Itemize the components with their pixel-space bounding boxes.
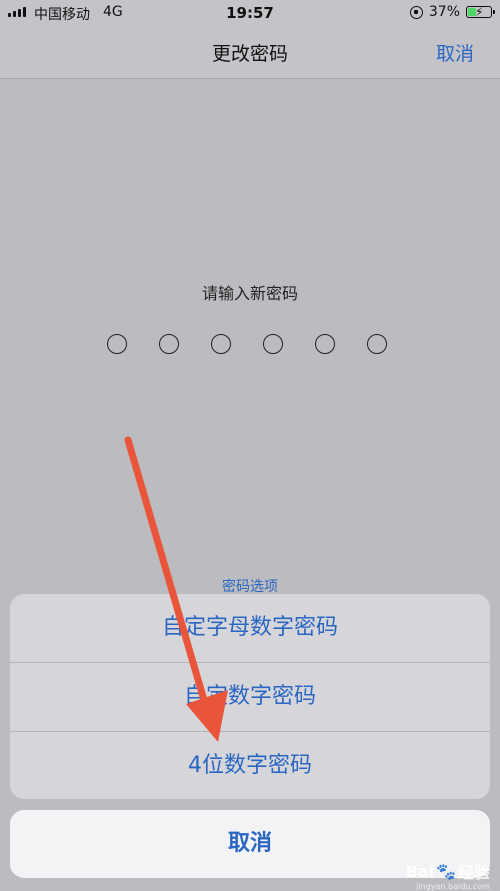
battery-percent: 37% — [428, 4, 460, 20]
page-title: 更改密码 — [211, 43, 288, 65]
rotation-lock-icon — [409, 5, 423, 19]
watermark-brand-suffix: 经验 — [457, 863, 490, 882]
option-4-digit-numeric[interactable]: 4位数字密码 — [10, 732, 490, 799]
passcode-dot — [315, 334, 335, 354]
charging-bolt-icon: ⚡ — [475, 5, 484, 19]
status-bar: 中国移动 4G 19:57 37% ⚡ — [0, 0, 500, 26]
navigation-bar: 更改密码 取消 — [0, 26, 500, 79]
passcode-dot — [211, 334, 231, 354]
action-sheet-title: 密码选项 — [222, 579, 278, 595]
battery-charging-icon: ⚡ — [466, 5, 495, 19]
passcode-dot — [159, 334, 179, 354]
passcode-dot — [107, 334, 127, 354]
passcode-options-sheet: 自定字母数字密码 自定数字密码 4位数字密码 — [10, 594, 490, 799]
passcode-dot — [367, 334, 387, 354]
paw-logo-icon: 🐾 — [436, 861, 456, 881]
status-right-group: 37% ⚡ — [409, 4, 495, 20]
option-custom-alphanumeric[interactable]: 自定字母数字密码 — [10, 594, 490, 662]
option-custom-numeric[interactable]: 自定数字密码 — [10, 663, 490, 731]
watermark-url: jingyan.baidu.com — [416, 882, 490, 891]
nav-cancel-button[interactable]: 取消 — [436, 39, 474, 66]
watermark-brand: Bai — [405, 861, 435, 881]
watermark: Bai 🐾 经验 — [406, 859, 490, 883]
passcode-prompt: 请输入新密码 — [201, 284, 298, 303]
passcode-dot — [263, 334, 283, 354]
